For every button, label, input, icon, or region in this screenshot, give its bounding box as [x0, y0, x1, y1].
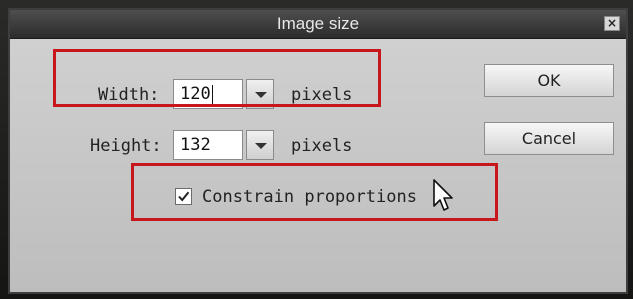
height-value: 132 — [180, 135, 211, 155]
chevron-down-icon — [255, 143, 267, 149]
dialog-title: Image size — [276, 14, 360, 33]
mouse-pointer-icon — [433, 179, 453, 211]
ok-button[interactable]: OK — [484, 64, 614, 97]
height-dropdown-button[interactable] — [246, 130, 274, 160]
height-label: Height: — [90, 136, 162, 156]
height-unit: pixels — [291, 136, 353, 156]
cancel-button[interactable]: Cancel — [484, 122, 614, 155]
width-highlight-box — [53, 49, 381, 107]
height-input[interactable]: 132 — [173, 130, 243, 160]
dialog-titlebar: Image size × — [10, 10, 626, 39]
close-icon[interactable]: × — [604, 16, 620, 31]
